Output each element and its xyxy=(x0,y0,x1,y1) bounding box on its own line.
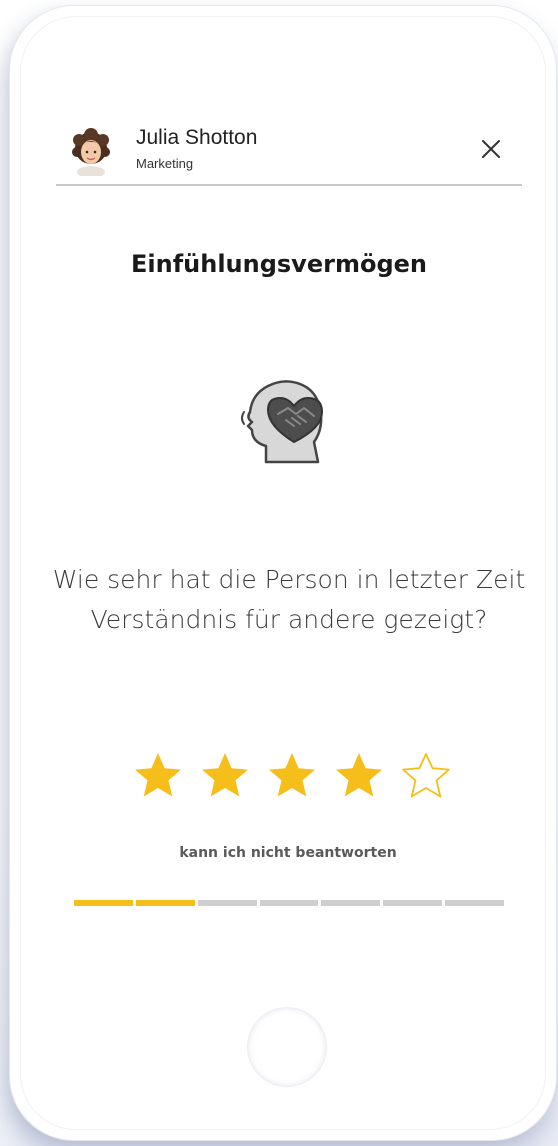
star-1-filled-icon[interactable] xyxy=(132,750,184,802)
question-text: Wie sehr hat die Person in letzter Zeit … xyxy=(52,565,526,634)
avatar xyxy=(72,128,110,176)
star-4-filled-icon[interactable] xyxy=(333,750,385,802)
progress-bar xyxy=(74,900,505,906)
screen: Julia Shotton Marketing Einfühlungsvermö… xyxy=(0,0,558,1146)
cannot-answer-link[interactable]: kann ich nicht beantworten xyxy=(0,845,558,861)
progress-segment xyxy=(383,900,443,906)
home-button[interactable] xyxy=(248,1008,326,1086)
empathy-head-heart-icon xyxy=(241,380,324,464)
progress-segment xyxy=(259,900,319,906)
user-name: Julia Shotton xyxy=(136,126,258,149)
progress-segment xyxy=(445,900,505,906)
star-2-filled-icon[interactable] xyxy=(199,750,251,802)
star-rating xyxy=(132,750,452,806)
progress-segment xyxy=(321,900,381,906)
question-title: Einfühlungsvermögen xyxy=(131,250,427,278)
progress-segment xyxy=(197,900,257,906)
close-icon[interactable] xyxy=(480,138,502,160)
star-3-filled-icon[interactable] xyxy=(266,750,318,802)
user-department: Marketing xyxy=(136,156,194,171)
star-5-empty-icon[interactable] xyxy=(400,750,452,802)
profile-header: Julia Shotton Marketing xyxy=(56,120,522,186)
progress-segment xyxy=(135,900,195,906)
progress-segment xyxy=(74,900,133,906)
